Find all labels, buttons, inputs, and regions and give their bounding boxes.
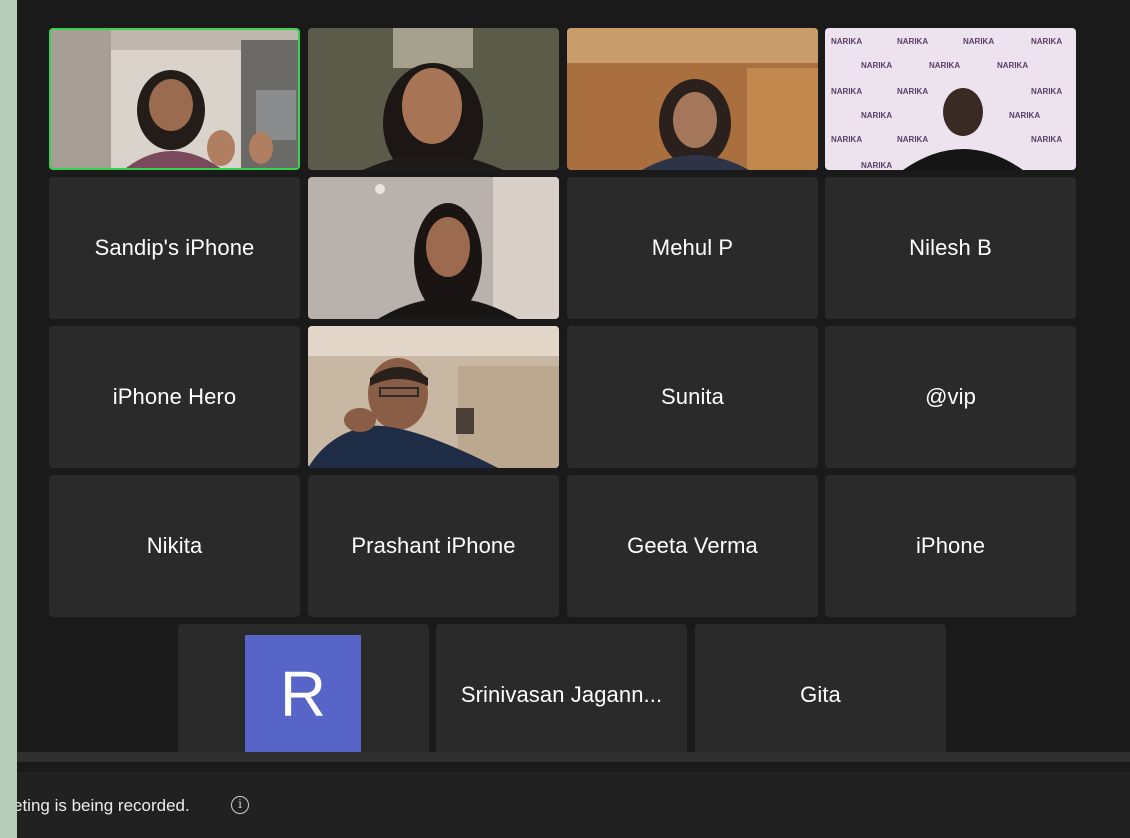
participant-name: Geeta Verma — [627, 533, 758, 558]
participant-tile[interactable]: Nikita — [49, 475, 300, 617]
participant-name: Nikita — [146, 533, 203, 558]
participant-tile[interactable]: Nilesh B — [825, 177, 1076, 319]
participant-name: @vip — [925, 384, 976, 409]
participant-name: Srinivasan Jagann... — [460, 682, 663, 707]
video-tile-participant-branded-backdrop[interactable]: NARIKA NARIKA NARIKA NARIKA NARIKA NARIK… — [825, 28, 1076, 170]
video-tile-active-speaker[interactable] — [49, 28, 300, 170]
divider — [17, 752, 1130, 762]
svg-text:NARIKA: NARIKA — [861, 111, 892, 120]
backdrop-logo-text: NARIKA — [831, 37, 862, 46]
svg-text:NARIKA: NARIKA — [1031, 37, 1062, 46]
participant-tile[interactable]: iPhone Hero — [49, 326, 300, 468]
participant-tile[interactable]: @vip — [825, 326, 1076, 468]
participant-name: iPhone Hero — [112, 384, 237, 409]
svg-text:NARIKA: NARIKA — [997, 61, 1028, 70]
gallery-view: NARIKA NARIKA NARIKA NARIKA NARIKA NARIK… — [17, 0, 1130, 752]
avatar: R — [245, 635, 361, 752]
participant-tile[interactable]: Sunita — [567, 326, 818, 468]
svg-text:NARIKA: NARIKA — [1009, 111, 1040, 120]
svg-text:NARIKA: NARIKA — [897, 135, 928, 144]
svg-text:NARIKA: NARIKA — [897, 37, 928, 46]
video-tile-participant[interactable] — [308, 177, 559, 319]
video-tile-participant[interactable] — [308, 28, 559, 170]
video-tile-participant[interactable] — [567, 28, 818, 170]
svg-text:NARIKA: NARIKA — [929, 61, 960, 70]
svg-text:NARIKA: NARIKA — [1031, 135, 1062, 144]
participant-name: Nilesh B — [909, 235, 992, 260]
participant-tile[interactable]: Prashant iPhone — [308, 475, 559, 617]
svg-text:NARIKA: NARIKA — [861, 61, 892, 70]
recording-notification-bar: eting is being recorded. i — [17, 772, 1130, 838]
participant-tile[interactable]: Gita — [695, 624, 946, 752]
participant-tile[interactable]: iPhone — [825, 475, 1076, 617]
meeting-window: NARIKA NARIKA NARIKA NARIKA NARIKA NARIK… — [17, 0, 1130, 838]
participant-name: Sunita — [661, 384, 724, 409]
svg-text:NARIKA: NARIKA — [861, 161, 892, 170]
svg-text:NARIKA: NARIKA — [831, 87, 862, 96]
recording-status-text: eting is being recorded. — [17, 796, 190, 815]
svg-text:NARIKA: NARIKA — [831, 135, 862, 144]
svg-text:NARIKA: NARIKA — [897, 87, 928, 96]
video-tile-participant[interactable] — [308, 326, 559, 468]
participant-name: iPhone — [915, 533, 986, 558]
participant-name: Sandip's iPhone — [94, 235, 255, 260]
info-icon[interactable]: i — [231, 796, 249, 814]
participant-tile[interactable]: Geeta Verma — [567, 475, 818, 617]
svg-text:NARIKA: NARIKA — [1031, 87, 1062, 96]
participant-tile[interactable]: Mehul P — [567, 177, 818, 319]
participant-name: Mehul P — [651, 235, 734, 260]
participant-name: Gita — [800, 682, 841, 707]
participant-tile[interactable]: Sandip's iPhone — [49, 177, 300, 319]
participant-tile-avatar[interactable]: R — [178, 624, 429, 752]
participant-name: Prashant iPhone — [351, 533, 516, 558]
svg-text:NARIKA: NARIKA — [963, 37, 994, 46]
participant-tile[interactable]: Srinivasan Jagann... — [436, 624, 687, 752]
